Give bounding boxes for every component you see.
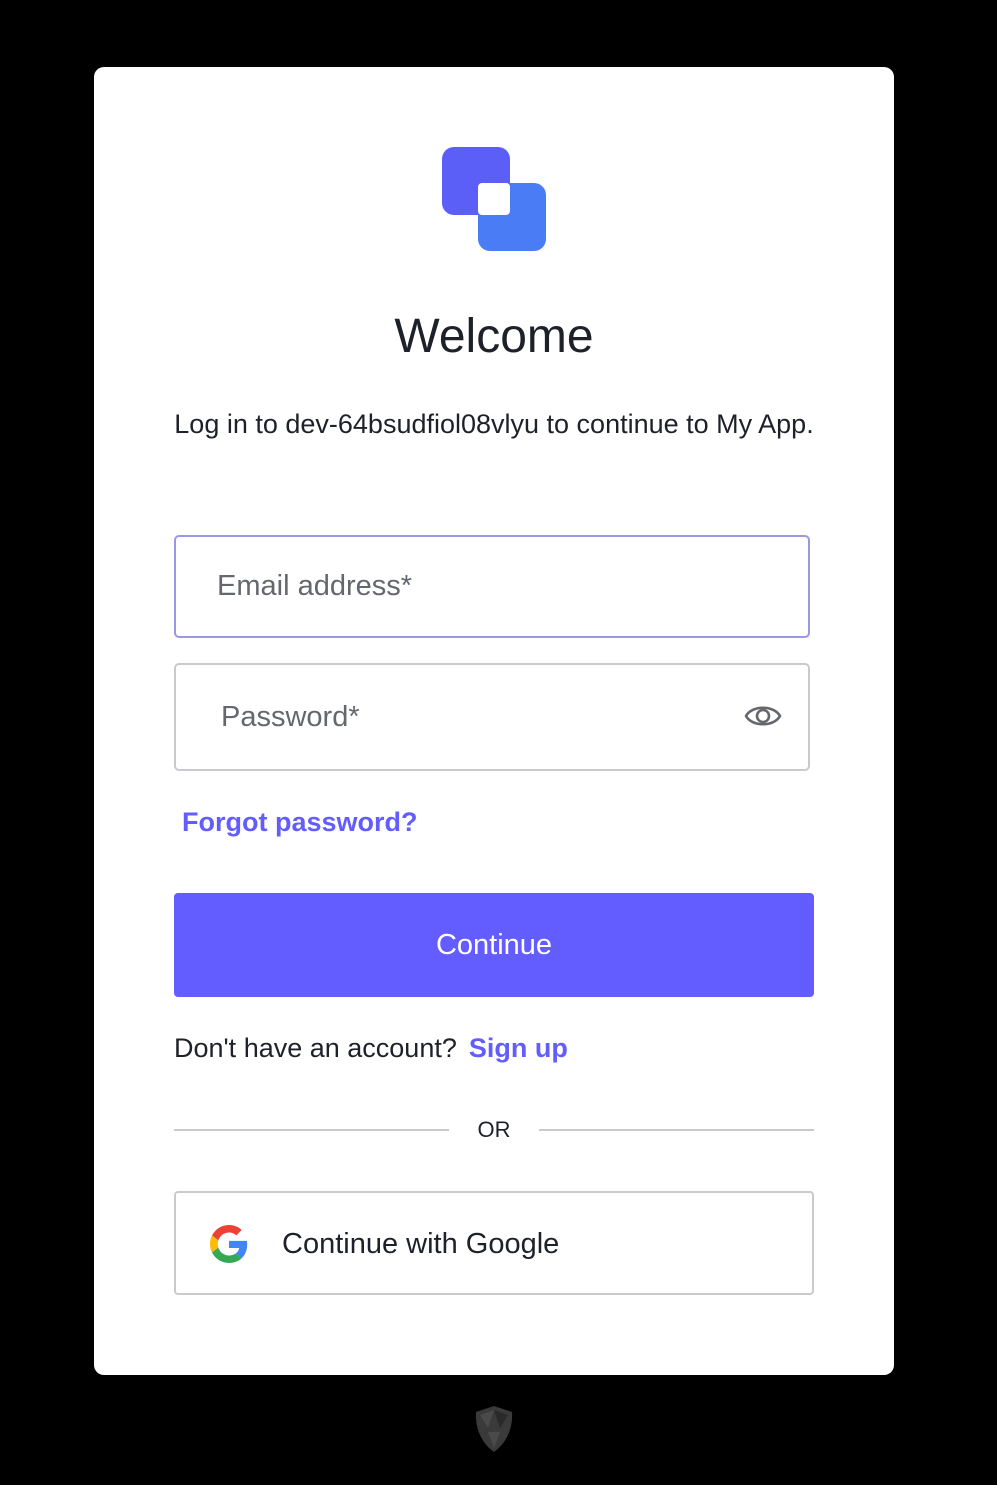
forgot-password-link[interactable]: Forgot password? <box>182 807 418 838</box>
email-input[interactable] <box>176 537 808 636</box>
auth0-shield-icon <box>475 1406 513 1452</box>
eye-icon[interactable] <box>744 701 782 731</box>
divider-line-right <box>539 1129 814 1131</box>
sign-up-link[interactable]: Sign up <box>469 1033 568 1063</box>
google-icon <box>210 1225 248 1263</box>
email-field[interactable] <box>174 535 810 638</box>
login-subtitle: Log in to dev-64bsudfiol08vlyu to contin… <box>174 409 814 439</box>
continue-button[interactable]: Continue <box>174 893 814 997</box>
app-logo-icon <box>442 147 546 251</box>
password-input[interactable] <box>176 665 808 769</box>
no-account-text: Don't have an account? <box>174 1033 457 1063</box>
password-field[interactable] <box>174 663 810 771</box>
login-card: Welcome Log in to dev-64bsudfiol08vlyu t… <box>94 67 894 1375</box>
divider-line-left <box>174 1129 449 1131</box>
divider-or-text: OR <box>477 1117 511 1142</box>
signup-row: Don't have an account? Sign up <box>174 1033 568 1064</box>
continue-with-google-button[interactable]: Continue with Google <box>174 1191 814 1295</box>
page-title: Welcome <box>394 310 594 363</box>
google-button-label: Continue with Google <box>282 1228 560 1260</box>
